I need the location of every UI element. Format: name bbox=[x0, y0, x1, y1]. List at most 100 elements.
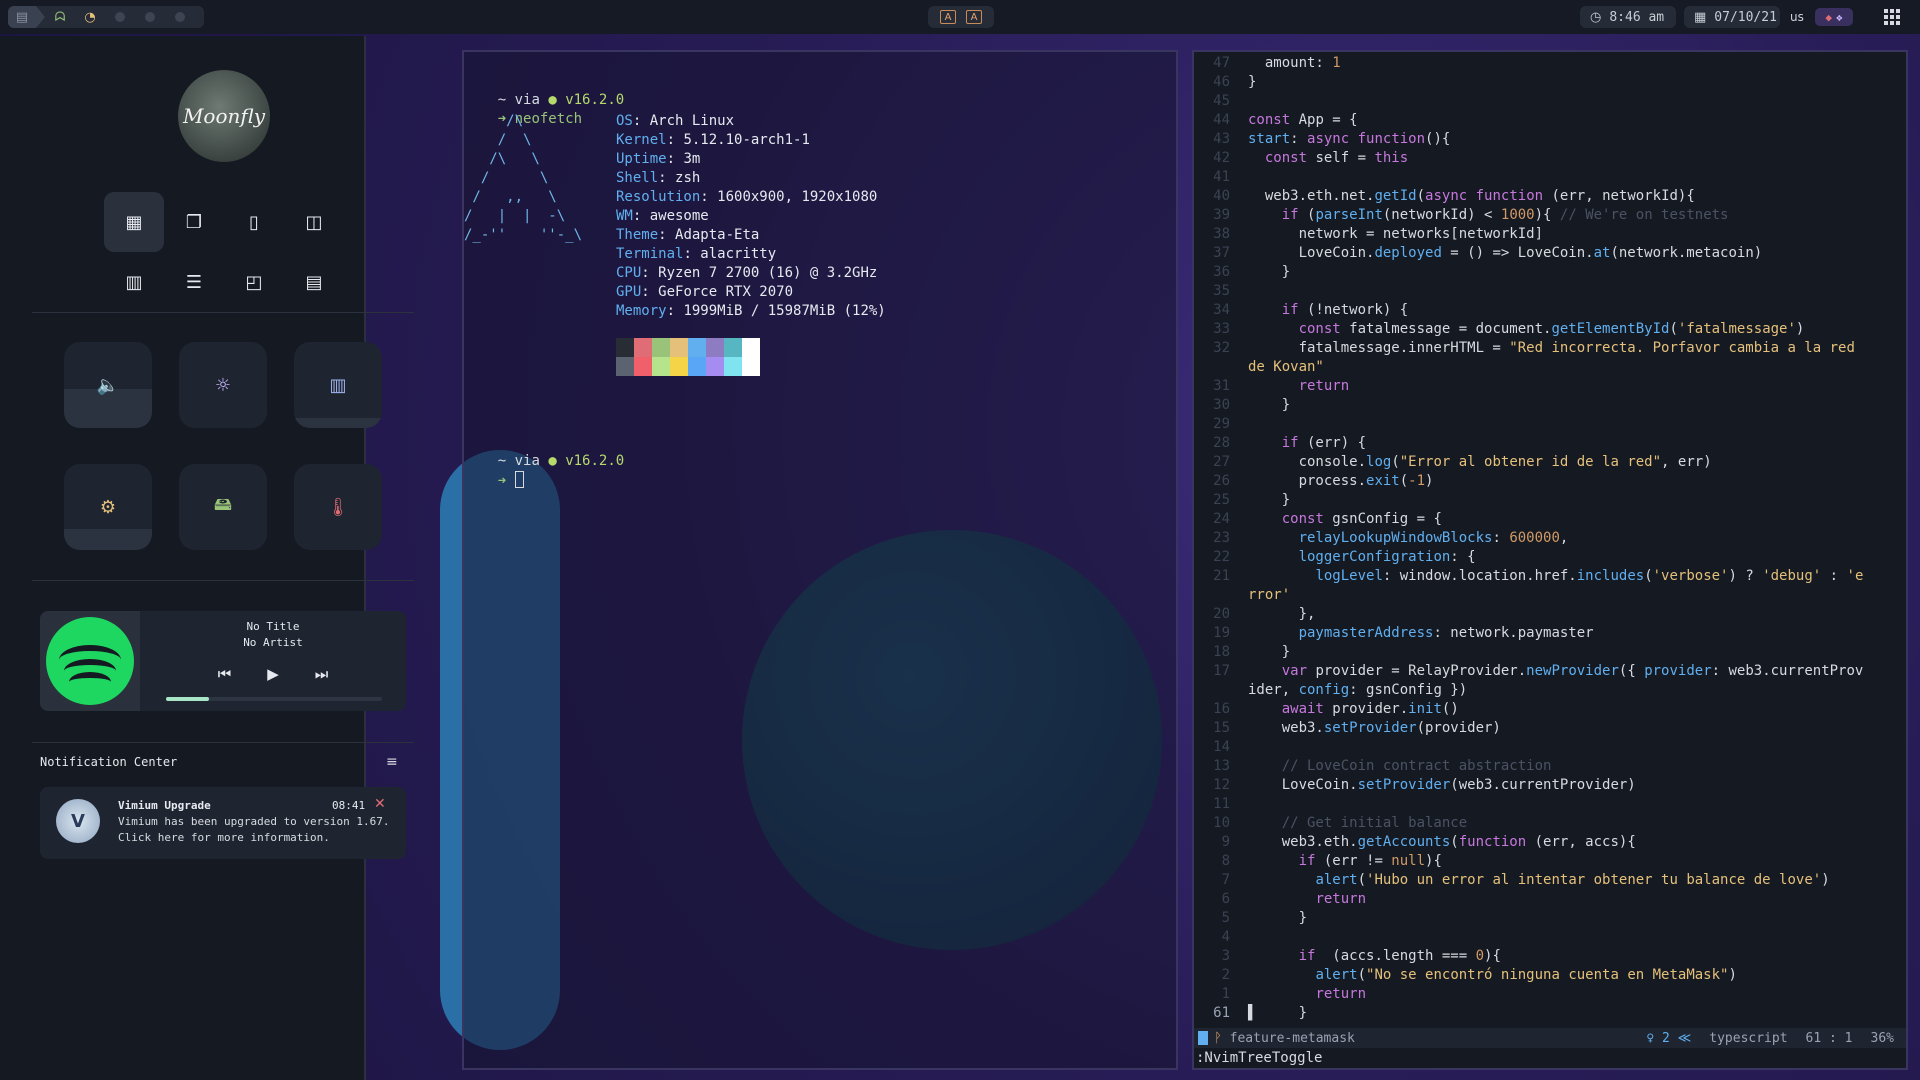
line-number: 10 bbox=[1213, 815, 1230, 831]
code-line[interactable]: 13 // LoveCoin contract abstraction bbox=[1194, 757, 1906, 776]
layout-max-button[interactable]: ▯ bbox=[224, 192, 284, 252]
terminal-task-icon[interactable]: A bbox=[940, 10, 956, 24]
code-line[interactable]: 35 bbox=[1194, 282, 1906, 301]
code-line[interactable]: 31 return bbox=[1194, 377, 1906, 396]
keyboard-layout[interactable]: us bbox=[1790, 10, 1804, 24]
line-number: 26 bbox=[1213, 473, 1230, 489]
terminal-window[interactable]: ~ via ● v16.2.0 ➜ neofetch /\ / \ /\ \ /… bbox=[462, 50, 1178, 1070]
top-bar: ▤ ᗣ ◔ A A ◷ 8:46 am ▦ 07/10/21 us ◆ ❖ bbox=[0, 0, 1920, 34]
cpu-tile[interactable]: ⚙ bbox=[64, 464, 152, 550]
date-widget[interactable]: ▦ 07/10/21 bbox=[1684, 6, 1780, 28]
code-line[interactable]: ider, config: gsnConfig }) bbox=[1194, 681, 1906, 700]
tag-empty-1[interactable] bbox=[105, 6, 135, 28]
memory-tile[interactable]: ▥ bbox=[294, 342, 382, 428]
tag-empty-2[interactable] bbox=[135, 6, 165, 28]
code-line[interactable]: 37 LoveCoin.deployed = () => LoveCoin.at… bbox=[1194, 244, 1906, 263]
layout-floating-button[interactable]: ❐ bbox=[164, 192, 224, 252]
code-line[interactable]: 12 LoveCoin.setProvider(web3.currentProv… bbox=[1194, 776, 1906, 795]
tag-pacman-icon[interactable]: ◔ bbox=[75, 6, 105, 28]
notification-card[interactable]: V Vimium Upgrade 08:41 ✕ Vimium has been… bbox=[40, 787, 406, 859]
tray-app-icon[interactable]: ◆ bbox=[1825, 11, 1832, 24]
code-line[interactable]: 26 process.exit(-1) bbox=[1194, 472, 1906, 491]
code-line[interactable]: 15 web3.setProvider(provider) bbox=[1194, 719, 1906, 738]
code-buffer[interactable]: 47 amount: 1 46} 45 44 const App = {43 start:… bbox=[1194, 54, 1906, 1023]
code-line[interactable]: 14 bbox=[1194, 738, 1906, 757]
code-line[interactable]: 16 await provider.init() bbox=[1194, 700, 1906, 719]
brightness-tile[interactable]: ☼ bbox=[179, 342, 267, 428]
launcher-icon[interactable]: ▤ bbox=[8, 6, 36, 28]
code-line[interactable]: 23 relayLookupWindowBlocks: 600000, bbox=[1194, 529, 1906, 548]
code-line[interactable]: 47 amount: 1 bbox=[1194, 54, 1906, 73]
code-line[interactable]: 11 bbox=[1194, 795, 1906, 814]
code-line[interactable]: 42 const self = this bbox=[1194, 149, 1906, 168]
code-line[interactable]: 21 logLevel: window.location.href.includ… bbox=[1194, 567, 1906, 586]
code-line[interactable]: 9 web3.eth.getAccounts(function (err, ac… bbox=[1194, 833, 1906, 852]
code-line[interactable]: 34 if (!network) { bbox=[1194, 301, 1906, 320]
code-line[interactable]: 2 alert("No se encontró ninguna cuenta e… bbox=[1194, 966, 1906, 985]
code-line[interactable]: 61 ▌ } bbox=[1194, 1004, 1906, 1023]
clear-notifications-icon[interactable]: ≡ bbox=[386, 754, 398, 770]
code-line[interactable]: 41 bbox=[1194, 168, 1906, 187]
line-number: 2 bbox=[1221, 967, 1230, 983]
code-line[interactable]: 28 if (err) { bbox=[1194, 434, 1906, 453]
command-line[interactable]: :NvimTreeToggle bbox=[1194, 1048, 1906, 1068]
play-icon[interactable]: ▶ bbox=[267, 665, 279, 683]
code-line[interactable]: 40 web3.eth.net.getId(async function (er… bbox=[1194, 187, 1906, 206]
code-line[interactable]: 8 if (err != null){ bbox=[1194, 852, 1906, 871]
code-line[interactable]: 33 const fatalmessage = document.getElem… bbox=[1194, 320, 1906, 339]
track-progress[interactable] bbox=[166, 697, 382, 701]
code-line[interactable]: 27 console.log("Error al obtener id de l… bbox=[1194, 453, 1906, 472]
code-line[interactable]: 4 bbox=[1194, 928, 1906, 947]
code-line[interactable]: 6 return bbox=[1194, 890, 1906, 909]
layout-dwindle-button[interactable]: ▤ bbox=[284, 252, 344, 312]
code-line[interactable]: 5 } bbox=[1194, 909, 1906, 928]
code-line[interactable]: 22 loggerConfigration: { bbox=[1194, 548, 1906, 567]
code-line[interactable]: 38 network = networks[networkId] bbox=[1194, 225, 1906, 244]
code-line[interactable]: 1 return bbox=[1194, 985, 1906, 1004]
code-text: fatalmessage.innerHTML = "Red incorrecta… bbox=[1248, 340, 1855, 356]
code-line[interactable]: 30 } bbox=[1194, 396, 1906, 415]
dropbox-icon[interactable]: ❖ bbox=[1836, 11, 1843, 24]
code-line[interactable]: 20 }, bbox=[1194, 605, 1906, 624]
tag-ghost-icon[interactable]: ᗣ bbox=[45, 6, 75, 28]
code-line[interactable]: 24 const gsnConfig = { bbox=[1194, 510, 1906, 529]
info-key: Resolution bbox=[616, 189, 701, 205]
code-line[interactable]: 29 bbox=[1194, 415, 1906, 434]
code-line[interactable]: 44 const App = { bbox=[1194, 111, 1906, 130]
app-grid-icon[interactable] bbox=[1884, 9, 1900, 25]
code-line[interactable]: 17 var provider = RelayProvider.newProvi… bbox=[1194, 662, 1906, 681]
code-line[interactable]: 45 bbox=[1194, 92, 1906, 111]
tag-empty-3[interactable] bbox=[165, 6, 195, 28]
layout-fair-button[interactable]: ◫ bbox=[284, 192, 344, 252]
neovim-window[interactable]: 47 amount: 1 46} 45 44 const App = {43 start:… bbox=[1192, 50, 1908, 1070]
code-line[interactable]: 39 if (parseInt(networkId) < 1000){ // W… bbox=[1194, 206, 1906, 225]
volume-tile[interactable]: 🔈 bbox=[64, 342, 152, 428]
code-line[interactable]: 32 fatalmessage.innerHTML = "Red incorre… bbox=[1194, 339, 1906, 358]
editor-task-icon[interactable]: A bbox=[966, 10, 982, 24]
code-line[interactable]: 3 if (accs.length === 0){ bbox=[1194, 947, 1906, 966]
track-title: No Title bbox=[246, 620, 300, 633]
layout-rows-button[interactable]: ☰ bbox=[164, 252, 224, 312]
code-line[interactable]: 43 start: async function(){ bbox=[1194, 130, 1906, 149]
next-track-icon[interactable]: ⏭ bbox=[315, 665, 329, 683]
code-line[interactable]: 18 } bbox=[1194, 643, 1906, 662]
clock-widget[interactable]: ◷ 8:46 am bbox=[1580, 6, 1676, 28]
code-line[interactable]: 25 } bbox=[1194, 491, 1906, 510]
layout-columns-button[interactable]: ▥ bbox=[104, 252, 164, 312]
input-line[interactable]: ➜ bbox=[464, 452, 524, 510]
palette-swatch bbox=[670, 357, 688, 376]
code-line[interactable]: 7 alert('Hubo un error al intentar obten… bbox=[1194, 871, 1906, 890]
code-line[interactable]: 36 } bbox=[1194, 263, 1906, 282]
git-branch-icon: ᚹ bbox=[1214, 1030, 1222, 1046]
code-line[interactable]: 10 // Get initial balance bbox=[1194, 814, 1906, 833]
layout-tile-button[interactable]: ▦ bbox=[104, 192, 164, 252]
close-icon[interactable]: ✕ bbox=[374, 796, 386, 812]
disk-tile[interactable]: 🖴 bbox=[179, 464, 267, 550]
code-line[interactable]: 46} bbox=[1194, 73, 1906, 92]
previous-track-icon[interactable]: ⏮ bbox=[218, 665, 232, 683]
layout-spiral-button[interactable]: ◰ bbox=[224, 252, 284, 312]
code-line[interactable]: de Kovan" bbox=[1194, 358, 1906, 377]
code-line[interactable]: 19 paymasterAddress: network.paymaster bbox=[1194, 624, 1906, 643]
code-line[interactable]: rror' bbox=[1194, 586, 1906, 605]
temperature-tile[interactable]: 🌡 bbox=[294, 464, 382, 550]
